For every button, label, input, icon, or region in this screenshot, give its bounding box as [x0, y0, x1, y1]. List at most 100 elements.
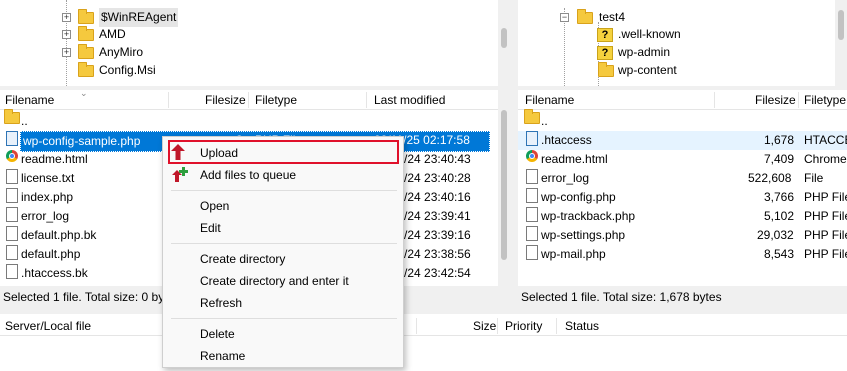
scrollbar-thumb[interactable] [501, 110, 507, 260]
list-item-parent[interactable]: .. [0, 109, 498, 131]
local-tree-item-amd[interactable]: + AMD [0, 25, 500, 44]
menu-item-refresh[interactable]: Refresh [163, 292, 403, 314]
file-icon [526, 245, 538, 260]
menu-item-label: Edit [200, 221, 221, 235]
file-icon [526, 131, 538, 146]
file-icon [6, 226, 18, 241]
column-last-modified[interactable]: Last modified [374, 90, 445, 110]
menu-item-label: Create directory [200, 252, 286, 266]
table-row[interactable]: error_log 522,608 File [518, 169, 847, 188]
column-filename[interactable]: Filename [5, 90, 54, 110]
column-separator[interactable] [556, 318, 557, 334]
file-name: .htaccess.bk [21, 266, 88, 280]
remote-status-bar: Selected 1 file. Total size: 1,678 bytes [518, 286, 847, 308]
local-tree-scrollbar[interactable] [498, 0, 510, 86]
remote-directory-tree[interactable]: − test4 ? .well-known ? wp-admin wp-cont… [518, 0, 847, 86]
menu-separator [171, 318, 397, 319]
file-size: 1,678 [764, 133, 795, 147]
folder-icon [524, 109, 540, 124]
column-separator[interactable] [497, 318, 498, 334]
upload-highlight-box [168, 140, 399, 164]
collapse-icon[interactable]: − [560, 13, 569, 22]
scrollbar-thumb[interactable] [501, 28, 507, 48]
column-separator[interactable] [366, 92, 367, 108]
table-row[interactable]: wp-settings.php 29,032 PHP File [518, 226, 847, 245]
file-modified: /24 23:39:41 [404, 209, 471, 223]
column-priority[interactable]: Priority [505, 316, 542, 336]
column-filename[interactable]: Filename [525, 90, 574, 110]
file-type: PHP File [804, 228, 847, 242]
remote-tree-item-wp-admin[interactable]: ? wp-admin [518, 43, 838, 62]
table-row[interactable]: wp-trackback.php 5,102 PHP File [518, 207, 847, 226]
menu-item-create-directory-enter[interactable]: Create directory and enter it [163, 270, 403, 292]
table-row[interactable]: .htaccess 1,678 HTACCE [518, 131, 847, 150]
remote-tree-item-label: wp-admin [618, 45, 671, 59]
table-row[interactable]: readme.html 7,409 Chrome [518, 150, 847, 169]
column-size[interactable]: Size [473, 316, 496, 336]
file-icon [526, 169, 538, 184]
expand-icon[interactable]: + [62, 48, 71, 57]
column-separator[interactable] [798, 92, 799, 108]
file-size: 29,032 [757, 228, 794, 242]
file-size: 8,543 [764, 247, 795, 261]
file-size: 7,409 [764, 152, 795, 166]
add-to-queue-icon [172, 167, 188, 182]
menu-separator [171, 243, 397, 244]
file-icon [6, 188, 18, 203]
file-name: wp-trackback.php [541, 209, 636, 223]
file-type: PHP File [804, 209, 847, 223]
table-row[interactable]: wp-config.php 3,766 PHP File [518, 188, 847, 207]
local-directory-tree[interactable]: + $WinREAgent + AMD + AnyMiro Config.Msi [0, 0, 510, 86]
column-filetype[interactable]: Filetype [255, 90, 297, 110]
file-type: HTACCE [804, 133, 847, 147]
remote-tree-item-well-known[interactable]: ? .well-known [518, 25, 838, 44]
local-list-header: Filename ⌄ Filesize Filetype Last modifi… [0, 90, 498, 110]
remote-tree-item-label: .well-known [618, 27, 681, 41]
file-icon [6, 207, 18, 222]
menu-item-open[interactable]: Open [163, 195, 403, 217]
folder-icon [78, 62, 94, 77]
file-name: wp-config.php [541, 190, 616, 204]
remote-tree-item-wp-content[interactable]: wp-content [518, 61, 838, 80]
file-type: PHP File [804, 247, 847, 261]
remote-file-list[interactable]: Filename Filesize Filetype .. .htaccess … [518, 90, 847, 286]
file-name: readme.html [541, 152, 608, 166]
column-filetype[interactable]: Filetype [804, 90, 846, 110]
column-filesize[interactable]: Filesize [205, 90, 246, 110]
expand-icon[interactable]: + [62, 13, 71, 22]
file-name: error_log [541, 171, 590, 185]
local-tree-item-config-msi[interactable]: Config.Msi [0, 61, 500, 80]
column-status[interactable]: Status [565, 316, 599, 336]
column-filesize[interactable]: Filesize [755, 90, 796, 110]
column-separator[interactable] [168, 92, 169, 108]
list-item-parent[interactable]: .. [518, 109, 847, 131]
local-tree-item-anymiro[interactable]: + AnyMiro [0, 43, 500, 62]
column-separator[interactable] [714, 92, 715, 108]
column-separator[interactable] [248, 92, 249, 108]
menu-item-add-to-queue[interactable]: Add files to queue [163, 164, 403, 186]
chrome-icon [6, 150, 18, 162]
menu-item-rename[interactable]: Rename [163, 345, 403, 367]
php-file-icon [6, 131, 18, 146]
menu-separator [171, 190, 397, 191]
scrollbar-thumb[interactable] [838, 10, 844, 40]
local-list-scrollbar[interactable] [498, 90, 510, 286]
folder-icon [4, 109, 20, 124]
vertical-splitter[interactable] [510, 0, 518, 310]
column-separator[interactable] [416, 318, 417, 334]
remote-tree-item-label: wp-content [618, 63, 677, 77]
local-status-text: Selected 1 file. Total size: 0 byte [3, 290, 175, 304]
menu-item-delete[interactable]: Delete [163, 323, 403, 345]
folder-icon [598, 62, 614, 77]
file-icon [526, 207, 538, 222]
menu-item-create-directory[interactable]: Create directory [163, 248, 403, 270]
remote-tree-scrollbar[interactable] [835, 0, 847, 86]
menu-item-edit[interactable]: Edit [163, 217, 403, 239]
file-type: File [804, 171, 824, 185]
context-menu: Upload Add files to queue Open Edit Crea… [162, 136, 404, 368]
expand-icon[interactable]: + [62, 30, 71, 39]
table-row[interactable]: wp-mail.php 8,543 PHP File [518, 245, 847, 264]
sort-chevron-icon: ⌄ [80, 90, 88, 98]
transfer-queue[interactable]: Server/Local file Size Priority Status [0, 314, 847, 371]
column-server-local-file[interactable]: Server/Local file [5, 316, 91, 336]
